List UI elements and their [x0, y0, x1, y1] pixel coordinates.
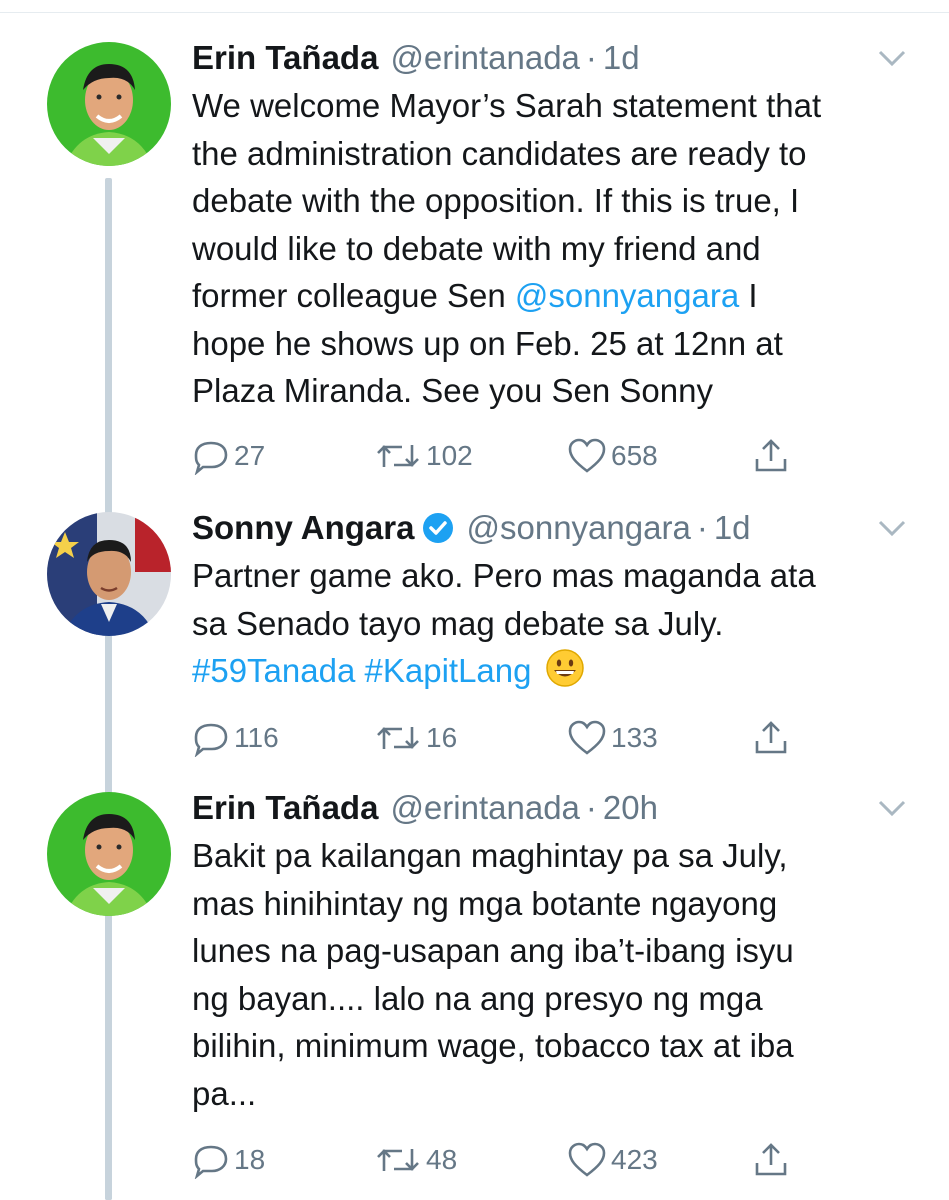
like-icon — [568, 1142, 606, 1177]
like-button[interactable]: 423 — [567, 1140, 658, 1180]
like-count: 423 — [611, 1144, 658, 1175]
grinning-face-emoji — [545, 648, 585, 688]
chevron-down-icon[interactable] — [872, 44, 912, 72]
tweet-text: We welcome Mayor’s Sarah statement that … — [192, 82, 912, 415]
like-icon — [568, 720, 606, 755]
user-handle[interactable]: @erintanada — [390, 789, 579, 827]
avatar[interactable] — [47, 792, 171, 916]
tweet-line: ng bayan.... lalo na ang presyo ng mga — [192, 979, 763, 1017]
tweet-line: hope he shows up on Feb. 25 at 12nn at — [192, 324, 783, 362]
reply-icon — [194, 1145, 228, 1179]
mention-link[interactable]: @sonnyangara — [515, 277, 739, 314]
like-button[interactable]: 658 — [567, 436, 658, 476]
separator-dot: · — [585, 789, 597, 826]
hashtag-link[interactable]: #KapitLang — [365, 652, 532, 689]
timestamp[interactable]: 20h — [603, 789, 658, 827]
top-divider — [0, 12, 949, 13]
tweet-header: Erin Tañada @erintanada · 1d — [192, 38, 640, 78]
reply-count: 27 — [234, 440, 266, 471]
tweet-line: mas hinihintay ng mga botante ngayong — [192, 884, 778, 922]
separator-dot: · — [585, 39, 597, 76]
user-handle[interactable]: @sonnyangara — [466, 509, 690, 547]
reply-icon — [194, 441, 228, 475]
hashtag-link[interactable]: #59Tanada — [192, 652, 355, 689]
reply-icon — [194, 723, 228, 757]
thread-connector — [105, 928, 112, 1200]
retweet-icon — [377, 1149, 419, 1171]
share-button[interactable] — [752, 1140, 794, 1180]
tweet-text-segment: former colleague Sen — [192, 277, 515, 314]
retweet-button[interactable]: 102 — [374, 436, 473, 476]
tweet-thread: Erin Tañada @erintanada · 1d We welcome … — [0, 0, 949, 1200]
retweet-button[interactable]: 48 — [374, 1140, 457, 1180]
display-name[interactable]: Erin Tañada — [192, 789, 378, 827]
share-button[interactable] — [752, 718, 794, 758]
tweet-text: Partner game ako. Pero mas maganda ata s… — [192, 552, 912, 695]
tweet-header: Sonny Angara @sonnyangara · 1d — [192, 508, 751, 548]
tweet-line: Bakit pa kailangan maghintay pa sa July, — [192, 837, 788, 874]
display-name[interactable]: Sonny Angara — [192, 509, 414, 547]
share-icon — [755, 439, 787, 472]
tweet-text: Bakit pa kailangan maghintay pa sa July,… — [192, 832, 912, 1117]
avatar[interactable] — [47, 512, 171, 636]
retweet-count: 48 — [426, 1144, 458, 1175]
like-button[interactable]: 133 — [567, 718, 658, 758]
tweet-line: lunes na pag-usapan ang iba’t-ibang isyu — [192, 932, 794, 969]
tweet-line: We welcome Mayor’s Sarah statement that — [192, 87, 822, 124]
retweet-count: 102 — [426, 440, 473, 471]
like-count: 658 — [611, 440, 658, 471]
tweet-actions: 18 48 423 — [192, 1140, 912, 1180]
retweet-icon — [377, 445, 419, 467]
tweet-line: sa Senado tayo mag debate sa July. — [192, 604, 724, 642]
separator-dot: · — [696, 509, 708, 546]
verified-badge-icon — [422, 512, 454, 544]
like-icon — [568, 438, 606, 473]
tweet-line: would like to debate with my friend and — [192, 229, 761, 267]
tweet-line: pa... — [192, 1074, 257, 1112]
timestamp[interactable]: 1d — [714, 509, 751, 547]
tweet-actions: 27 102 658 — [192, 436, 912, 476]
retweet-icon — [377, 727, 419, 749]
tweet-text-segment: I — [739, 277, 758, 314]
share-button[interactable] — [752, 436, 794, 476]
reply-button[interactable]: 27 — [192, 436, 265, 476]
like-count: 133 — [611, 722, 658, 753]
retweet-button[interactable]: 16 — [374, 718, 457, 758]
tweet-header: Erin Tañada @erintanada · 20h — [192, 788, 658, 828]
reply-button[interactable]: 18 — [192, 1140, 265, 1180]
avatar[interactable] — [47, 42, 171, 166]
reply-count: 116 — [234, 722, 279, 753]
tweet-line: the administration candidates are ready … — [192, 134, 807, 172]
tweet-actions: 116 16 133 — [192, 718, 912, 758]
retweet-count: 16 — [426, 722, 458, 753]
tweet-line: Plaza Miranda. See you Sen Sonny — [192, 372, 713, 409]
tweet-line: #59Tanada #KapitLang — [192, 647, 912, 695]
chevron-down-icon[interactable] — [872, 514, 912, 542]
share-icon — [755, 1143, 787, 1176]
tweet-line: debate with the opposition. If this is t… — [192, 182, 800, 219]
chevron-down-icon[interactable] — [872, 794, 912, 822]
tweet-line: Partner game ako. Pero mas maganda ata — [192, 557, 816, 594]
reply-button[interactable]: 116 — [192, 718, 279, 758]
tweet-line: former colleague Sen @sonnyangara I — [192, 272, 912, 320]
display-name[interactable]: Erin Tañada — [192, 39, 378, 77]
tweet-line: bilihin, minimum wage, tobacco tax at ib… — [192, 1027, 794, 1064]
timestamp[interactable]: 1d — [603, 39, 640, 77]
share-icon — [755, 721, 787, 754]
user-handle[interactable]: @erintanada — [390, 39, 579, 77]
reply-count: 18 — [234, 1144, 266, 1175]
